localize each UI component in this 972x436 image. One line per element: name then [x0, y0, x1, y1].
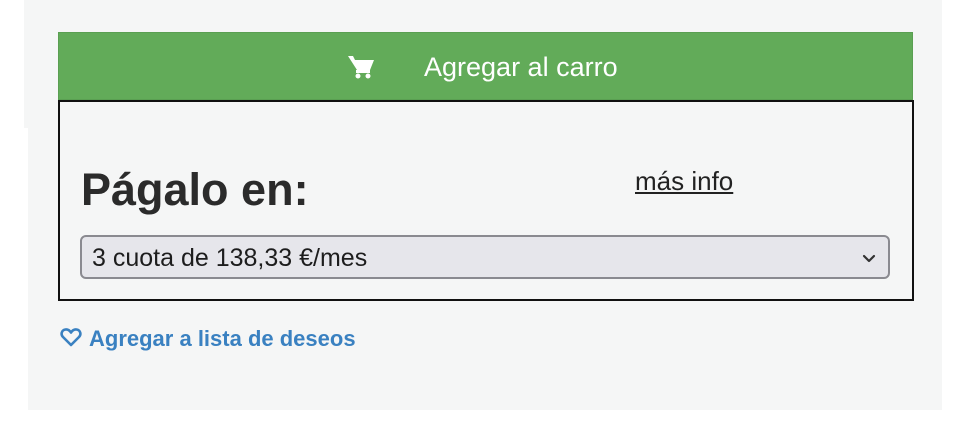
installments-selected-value: 3 cuota de 138,33 €/mes	[92, 244, 368, 272]
heart-outline-icon	[60, 327, 82, 347]
wishlist-label: Agregar a lista de deseos	[89, 326, 356, 351]
more-info-link[interactable]: más info	[635, 166, 733, 196]
chevron-down-icon	[862, 251, 876, 263]
add-to-cart-button[interactable]: Agregar al carro	[58, 32, 913, 100]
shopping-cart-icon	[347, 53, 377, 79]
installments-select[interactable]: 3 cuota de 138,33 €/mes	[80, 235, 890, 279]
installment-payment-box: Págalo en: más info 3 cuota de 138,33 €/…	[58, 100, 914, 301]
payment-title: Págalo en:	[81, 164, 309, 215]
add-to-cart-label: Agregar al carro	[424, 52, 618, 82]
